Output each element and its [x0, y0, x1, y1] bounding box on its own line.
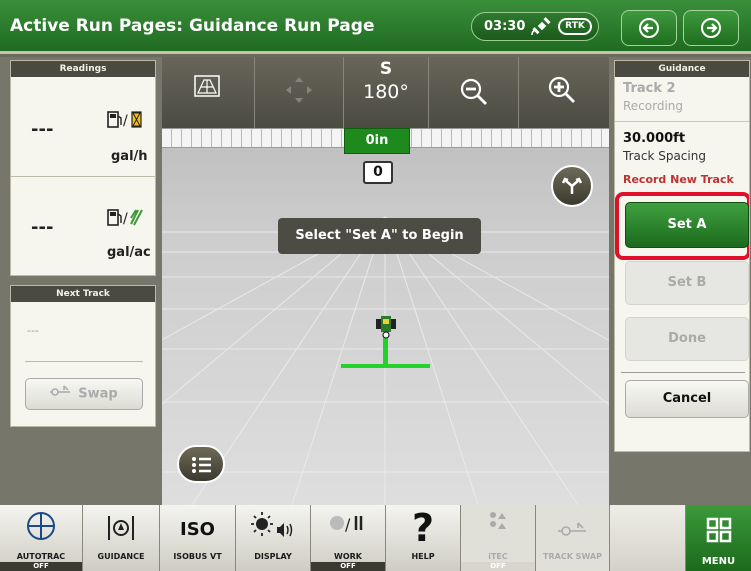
perspective-view-icon [194, 75, 220, 97]
work-icon: / [330, 515, 363, 534]
guidance-button[interactable]: GUIDANCE [83, 505, 160, 571]
bb-state: OFF [0, 562, 82, 571]
guidance-icon [108, 516, 134, 540]
heading-degrees: 180° [363, 81, 409, 103]
menu-grid-icon [706, 517, 731, 543]
heading-direction: S [379, 59, 393, 79]
iso-icon: ISO [180, 519, 215, 540]
svg-text:/: / [123, 113, 128, 129]
swap-label: Swap [78, 386, 118, 402]
isobus-vt-button[interactable]: ISO ISOBUS VT [160, 505, 236, 571]
zoom-out-icon [460, 78, 487, 105]
forward-button[interactable] [683, 10, 739, 46]
reading-value: --- [31, 119, 54, 140]
next-track-panel: Next Track --- Swap [10, 285, 156, 427]
divider [25, 361, 143, 362]
forward-arrow-icon [701, 18, 721, 38]
done-button[interactable]: Done [625, 317, 749, 361]
track-name: Track 2 [623, 81, 676, 96]
fork-arrows-icon [561, 177, 583, 194]
swap-button[interactable]: Swap [25, 378, 143, 410]
guidance-title: Guidance [615, 61, 749, 77]
display-brightness-icon [251, 512, 293, 537]
next-track-title: Next Track [11, 286, 155, 302]
track-swap-icon [557, 522, 586, 536]
list-icon [192, 457, 211, 473]
instruction-message: Select "Set A" to Begin [278, 218, 481, 254]
record-new-track-label: Record New Track [623, 173, 734, 186]
cancel-button[interactable]: Cancel [625, 380, 749, 418]
display-button[interactable]: DISPLAY [236, 505, 311, 571]
readings-title: Readings [11, 61, 155, 77]
back-arrow-icon [639, 18, 659, 38]
satellite-icon [531, 17, 551, 36]
divider [615, 121, 749, 122]
map-toolbar: S 180° [162, 57, 609, 128]
reading-fuel-rate[interactable]: --- / gal/h [11, 77, 155, 177]
next-track-value: --- [27, 324, 39, 337]
back-button[interactable] [621, 10, 677, 46]
rtk-badge: RTK [558, 18, 592, 35]
tractor-icon [376, 316, 396, 339]
fuel-rate-icon: / [107, 111, 142, 129]
itec-icon [490, 512, 506, 529]
zoom-in-button[interactable] [519, 57, 609, 128]
track-spacing-value: 30.000ft [623, 131, 686, 146]
track-spacing-label: Track Spacing [623, 149, 706, 163]
bb-label: WORK [334, 552, 362, 561]
pan-arrows-icon [286, 77, 312, 103]
track-swap-icon [50, 379, 72, 409]
bb-label: DISPLAY [254, 552, 292, 561]
split-track-button[interactable] [551, 165, 593, 207]
bb-label: GUIDANCE [97, 552, 145, 561]
help-button[interactable]: ? HELP [386, 505, 461, 571]
empty-slot [610, 505, 686, 571]
track-status: Recording [623, 99, 684, 113]
bb-state: OFF [311, 562, 385, 571]
work-button[interactable]: / WORK OFF [311, 505, 386, 571]
itec-button[interactable]: iTEC OFF [461, 505, 536, 571]
fuel-per-area-icon: / [107, 209, 143, 227]
guidance-line-horizontal [341, 364, 430, 368]
map-menu-button[interactable] [177, 445, 225, 483]
set-a-button[interactable]: Set A [625, 202, 749, 248]
bb-label: iTEC [488, 552, 508, 561]
autotrac-button[interactable]: AUTOTRAC OFF [0, 505, 83, 571]
guidance-panel: Guidance Track 2 Recording 30.000ft Trac… [614, 60, 750, 452]
reading-fuel-per-area[interactable]: --- / gal/ac [11, 177, 155, 275]
bb-label: AUTOTRAC [16, 552, 66, 561]
reading-unit: gal/h [111, 149, 148, 164]
readings-panel: Readings --- / gal/h --- / gal/ac [10, 60, 156, 276]
view-toggle-button[interactable] [162, 57, 254, 128]
zoom-out-button[interactable] [429, 57, 518, 128]
bb-label: TRACK SWAP [543, 552, 602, 561]
reading-unit: gal/ac [107, 245, 151, 260]
autotrac-icon [27, 512, 55, 540]
svg-text:/: / [123, 211, 128, 227]
zoom-in-icon [548, 76, 575, 103]
help-icon: ? [411, 506, 435, 550]
divider [621, 372, 745, 373]
svg-text:/: / [345, 515, 351, 534]
status-pill[interactable]: 03:30 RTK [471, 12, 599, 41]
reading-value: --- [31, 217, 54, 238]
menu-button[interactable]: MENU [686, 505, 751, 571]
page-title: Active Run Pages: Guidance Run Page [10, 16, 375, 36]
track-number: 0 [363, 161, 393, 184]
pan-button [255, 57, 343, 128]
set-b-button[interactable]: Set B [625, 261, 749, 305]
bb-label: ISOBUS VT [173, 552, 222, 561]
bb-state: OFF [461, 562, 535, 571]
offset-indicator: 0in [344, 128, 410, 154]
menu-label: MENU [701, 556, 736, 567]
bb-label: HELP [411, 552, 435, 561]
track-swap-button[interactable]: TRACK SWAP [536, 505, 610, 571]
clock-time: 03:30 [484, 19, 526, 34]
